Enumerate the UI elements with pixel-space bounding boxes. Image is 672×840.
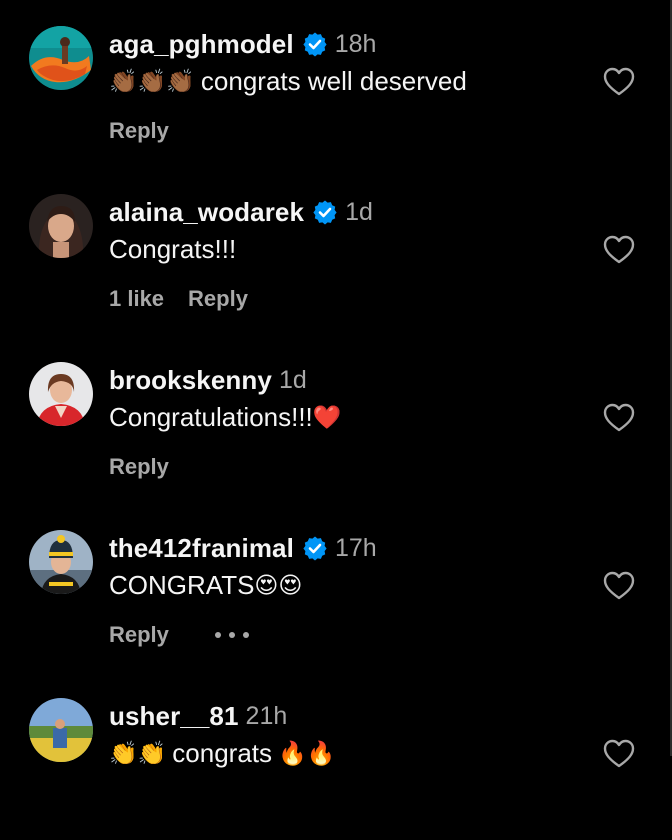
comment-time: 17h (334, 533, 377, 562)
comment-header: alaina_wodarek 1d (109, 194, 373, 230)
comment-item: brookskenny 1d Congratulations!!! ❤️ Rep… (0, 336, 672, 504)
avatar[interactable] (29, 362, 93, 426)
comment-text: 👏🏾👏🏾👏🏾 congrats well deserved (109, 62, 467, 100)
comment-header: aga_pghmodel 18h (109, 26, 376, 62)
heart-outline-icon[interactable] (603, 235, 635, 265)
comment-time: 1d (278, 365, 307, 394)
comment-actions: Reply (109, 114, 169, 148)
heart-eyes-emoji: 😍😍 (254, 571, 303, 598)
avatar[interactable] (29, 194, 93, 258)
comment-time: 1d (345, 197, 373, 226)
comment-time: 21h (245, 701, 288, 730)
comment-body: CONGRATS (109, 569, 255, 600)
verified-badge-icon (302, 535, 328, 561)
comment-actions: Reply (109, 618, 249, 652)
heart-outline-icon[interactable] (603, 403, 635, 433)
comment-item: aga_pghmodel 18h 👏🏾👏🏾👏🏾 congrats well de… (0, 0, 672, 168)
comment-body: Congrats!!! (109, 233, 237, 264)
username[interactable]: usher__81 (109, 701, 239, 732)
comment-text: CONGRATS 😍😍 (109, 566, 302, 604)
comment-body: congrats (172, 737, 273, 768)
heart-outline-icon[interactable] (603, 571, 635, 601)
heart-outline-icon[interactable] (603, 739, 635, 769)
comment-item: the412franimal 17h CONGRATS 😍😍 Reply (0, 504, 672, 672)
comment-header: usher__81 21h (109, 698, 287, 734)
username[interactable]: alaina_wodarek (109, 197, 304, 228)
reply-button[interactable]: Reply (109, 118, 169, 144)
avatar[interactable] (29, 530, 93, 594)
comment-text: 👏👏 congrats 🔥🔥 (109, 734, 335, 772)
comment-body: Congratulations!!! (109, 401, 313, 432)
verified-badge-icon (302, 31, 328, 57)
comment-header: brookskenny 1d (109, 362, 307, 398)
comment-header: the412franimal 17h (109, 530, 377, 566)
comment-item: usher__81 21h 👏👏 congrats 🔥🔥 (0, 672, 672, 840)
reply-button[interactable]: Reply (109, 454, 169, 480)
comment-actions: 1 like Reply (109, 282, 248, 316)
comment-actions: Reply (109, 450, 169, 484)
fire-emoji: 🔥🔥 (278, 739, 336, 766)
comment-text: Congratulations!!! ❤️ (109, 398, 341, 436)
username[interactable]: aga_pghmodel (109, 29, 294, 60)
clapping-hands-emoji: 👏👏 (109, 739, 167, 766)
red-heart-emoji: ❤️ (312, 403, 342, 430)
reply-button[interactable]: Reply (109, 622, 169, 648)
comment-body: congrats well deserved (200, 65, 467, 96)
heart-outline-icon[interactable] (603, 67, 635, 97)
verified-badge-icon (312, 199, 338, 225)
username[interactable]: brookskenny (109, 365, 272, 396)
avatar[interactable] (29, 698, 93, 762)
comment-time: 18h (334, 29, 377, 58)
comment-text: Congrats!!! (109, 230, 236, 268)
reply-button[interactable]: Reply (188, 286, 248, 312)
like-count[interactable]: 1 like (109, 286, 164, 312)
more-options-icon[interactable] (214, 625, 249, 645)
comment-item: alaina_wodarek 1d Congrats!!! 1 like Rep… (0, 168, 672, 336)
clapping-hands-emoji: 👏🏾👏🏾👏🏾 (109, 67, 195, 94)
username[interactable]: the412franimal (109, 533, 294, 564)
avatar[interactable] (29, 26, 93, 90)
